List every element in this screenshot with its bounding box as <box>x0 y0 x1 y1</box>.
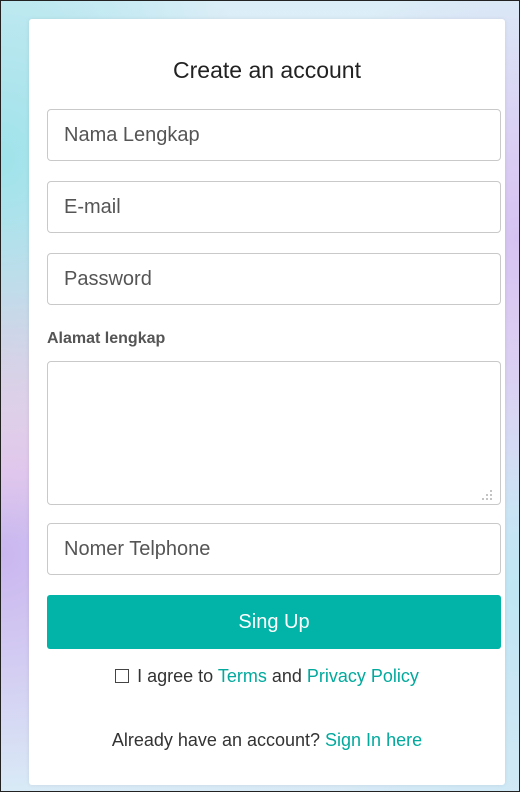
password-input[interactable] <box>47 253 501 305</box>
email-input[interactable] <box>47 181 501 233</box>
resize-grip-icon[interactable] <box>481 489 493 501</box>
agree-checkbox[interactable] <box>115 669 130 683</box>
full-name-input[interactable] <box>47 109 501 161</box>
agree-row: I agree to Terms and Privacy Policy <box>29 665 505 687</box>
address-textarea[interactable] <box>47 361 501 505</box>
signup-card: Create an account Alamat lengkap Sing Up… <box>29 19 505 785</box>
page-background: Create an account Alamat lengkap Sing Up… <box>0 0 520 792</box>
agree-prefix-text: I agree to <box>132 666 218 686</box>
phone-input[interactable] <box>47 523 501 575</box>
address-label: Alamat lengkap <box>47 330 166 347</box>
agree-and-text: and <box>266 666 307 686</box>
signup-button[interactable]: Sing Up <box>47 595 501 649</box>
terms-link[interactable]: Terms <box>218 666 267 686</box>
sign-in-link[interactable]: Sign In here <box>325 730 422 750</box>
page-title: Create an account <box>173 57 361 83</box>
privacy-policy-link[interactable]: Privacy Policy <box>307 666 419 686</box>
signin-row: Already have an account? Sign In here <box>29 729 505 751</box>
have-account-text: Already have an account? <box>111 730 326 750</box>
